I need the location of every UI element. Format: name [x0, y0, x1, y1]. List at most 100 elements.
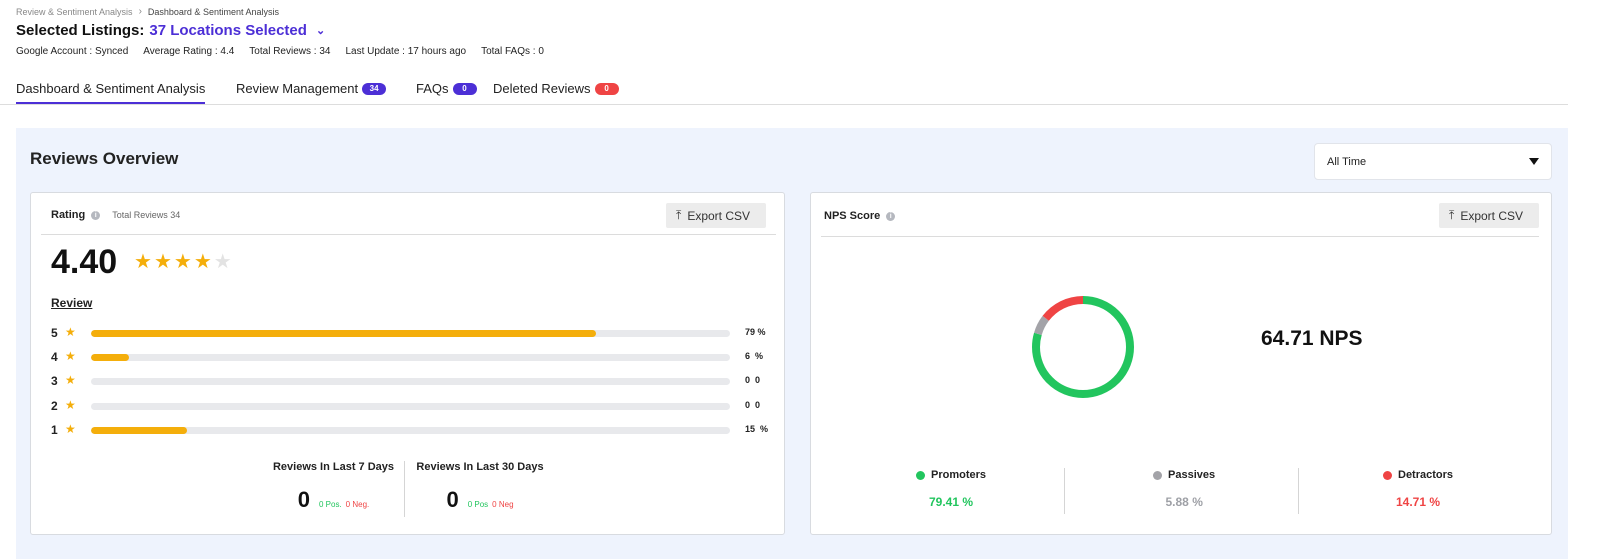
page-title-prefix: Selected Listings:: [16, 22, 145, 39]
tab-review-management-label: Review Management: [236, 81, 359, 96]
legend-label: Detractors: [1398, 469, 1454, 481]
last7-negative: 0 Neg.: [345, 500, 370, 509]
rating-card-header: Rating i Total Reviews 34: [51, 209, 180, 221]
rating-bar-fill: [91, 354, 130, 362]
total-faqs-meta: Total FAQs : 0: [481, 46, 544, 57]
rating-card-title: Rating: [51, 209, 86, 221]
rating-bar-track: [91, 402, 730, 410]
last30-values: 0 0 Pos 0 Neg: [414, 487, 546, 513]
tab-review-management[interactable]: Review Management 34: [236, 81, 387, 96]
tab-dashboard-label: Dashboard & Sentiment Analysis: [16, 81, 206, 96]
nps-donut-chart: [1032, 296, 1134, 398]
rating-bar-track: [91, 330, 730, 337]
breadcrumb-current: Dashboard & Sentiment Analysis: [147, 6, 279, 17]
review-link[interactable]: Review: [51, 296, 92, 310]
nps-export-csv-button[interactable]: ⤒ Export CSV: [1439, 203, 1539, 228]
chevron-down-icon[interactable]: ⌄: [316, 24, 325, 37]
rating-bar-percent: 79 %: [745, 327, 766, 337]
legend-divider: [1064, 468, 1065, 514]
star-filled-icon: ★: [153, 251, 172, 273]
rating-bar-row: 3 ★ 0 0: [51, 373, 771, 388]
rating-bar-fill: [91, 330, 596, 337]
rating-bar-star-count: 4: [51, 350, 58, 365]
caret-down-icon: [1529, 158, 1539, 165]
tab-dashboard[interactable]: Dashboard & Sentiment Analysis: [16, 81, 206, 104]
legend-percent-passives: 5.88 %: [1165, 495, 1203, 509]
total-reviews-meta: Total Reviews : 34: [249, 46, 331, 57]
rating-bar-track: [91, 426, 730, 434]
last30-count: 0: [446, 487, 459, 512]
rating-bar-track: [91, 378, 730, 386]
rating-bar-percent: 15 %: [745, 423, 769, 434]
rating-bar-star-count: 5: [51, 326, 58, 340]
star-filled-icon: ★: [193, 251, 212, 273]
export-csv-label: Export CSV: [687, 208, 751, 223]
page-title: Selected Listings: 37 Locations Selected…: [16, 22, 325, 39]
star-icon: ★: [65, 373, 76, 388]
last7-count: 0: [297, 487, 310, 512]
rating-bar-row: 2 ★ 0 0: [51, 398, 771, 413]
last7-title: Reviews In Last 7 Days: [272, 461, 395, 473]
deleted-reviews-badge: 0: [594, 82, 619, 95]
locations-selector[interactable]: 37 Locations Selected: [149, 22, 307, 39]
rating-bar-row: 1 ★ 15 %: [51, 421, 771, 437]
total-reviews-label: Total Reviews 34: [112, 210, 181, 220]
breadcrumb: Review & Sentiment Analysis › Dashboard …: [16, 6, 279, 17]
last7-positive: 0 Pos.: [318, 500, 342, 509]
nps-card: NPS Score i ⤒ Export CSV 64.71 NPS Promo…: [810, 192, 1552, 535]
rating-bar-star-count: 2: [51, 398, 58, 413]
legend-promoters: Promoters: [916, 469, 986, 481]
legend-dot-icon: [1383, 470, 1392, 480]
legend-label: Promoters: [931, 469, 987, 481]
time-range-value: All Time: [1327, 155, 1367, 168]
time-range-select[interactable]: All Time: [1314, 143, 1552, 180]
nps-card-header: NPS Score i: [824, 210, 896, 222]
reviews-last-7-days: Reviews In Last 7 Days 0 0 Pos. 0 Neg.: [271, 461, 396, 513]
info-icon[interactable]: i: [886, 211, 896, 221]
stat-divider: [404, 461, 405, 517]
average-rating-meta: Average Rating : 4.4: [143, 46, 235, 57]
last-update-meta: Last Update : 17 hours ago: [345, 46, 467, 57]
tab-deleted-reviews-label: Deleted Reviews: [493, 81, 591, 96]
export-csv-label: Export CSV: [1460, 208, 1524, 223]
legend-divider: [1298, 468, 1299, 514]
info-icon[interactable]: i: [91, 210, 101, 220]
rating-bar-percent: 0 0: [745, 399, 761, 410]
breadcrumb-parent[interactable]: Review & Sentiment Analysis: [16, 7, 133, 17]
rating-stars: ★ ★ ★ ★ ★: [134, 252, 232, 272]
average-rating: 4.40: [51, 243, 118, 281]
rating-bar-row: 4 ★ 6 %: [51, 349, 771, 365]
last7-values: 0 0 Pos. 0 Neg.: [271, 487, 396, 513]
legend-dot-icon: [916, 470, 925, 480]
star-filled-icon: ★: [134, 251, 152, 273]
legend-dot-icon: [1153, 470, 1162, 480]
google-account-status: Google Account : Synced: [16, 46, 129, 57]
rating-card: Rating i Total Reviews 34 ⤒ Export CSV 4…: [30, 192, 785, 535]
rating-bar-star-count: 1: [51, 422, 58, 437]
last30-positive: 0 Pos: [467, 500, 489, 509]
last30-title: Reviews In Last 30 Days: [416, 461, 544, 473]
legend-label: Passives: [1168, 469, 1216, 481]
star-icon: ★: [65, 421, 76, 436]
rating-bar-percent: 0 0: [745, 375, 761, 386]
tab-deleted-reviews[interactable]: Deleted Reviews 0: [493, 81, 619, 96]
faqs-badge: 0: [452, 82, 477, 95]
reviews-last-30-days: Reviews In Last 30 Days 0 0 Pos 0 Neg: [414, 461, 546, 513]
legend-percent-promoters: 79.41 %: [929, 495, 974, 509]
review-management-badge: 34: [362, 82, 387, 95]
star-filled-icon: ★: [173, 251, 192, 273]
rating-bar-percent: 6 %: [745, 351, 764, 362]
tab-faqs[interactable]: FAQs 0: [416, 81, 477, 96]
reviews-overview-panel: Reviews Overview All Time Rating i Total…: [16, 128, 1568, 559]
star-empty-icon: ★: [213, 251, 232, 273]
legend-detractors: Detractors: [1383, 469, 1453, 481]
last30-negative: 0 Neg: [492, 500, 514, 509]
reviews-overview-title: Reviews Overview: [30, 149, 179, 168]
legend-passives: Passives: [1153, 469, 1215, 481]
star-icon: ★: [65, 325, 76, 339]
chevron-right-icon: ›: [138, 6, 142, 17]
listing-meta: Google Account : Synced Average Rating :…: [16, 46, 544, 57]
rating-bar-track: [91, 354, 730, 362]
rating-bar-fill: [91, 426, 187, 434]
rating-export-csv-button[interactable]: ⤒ Export CSV: [666, 203, 766, 228]
